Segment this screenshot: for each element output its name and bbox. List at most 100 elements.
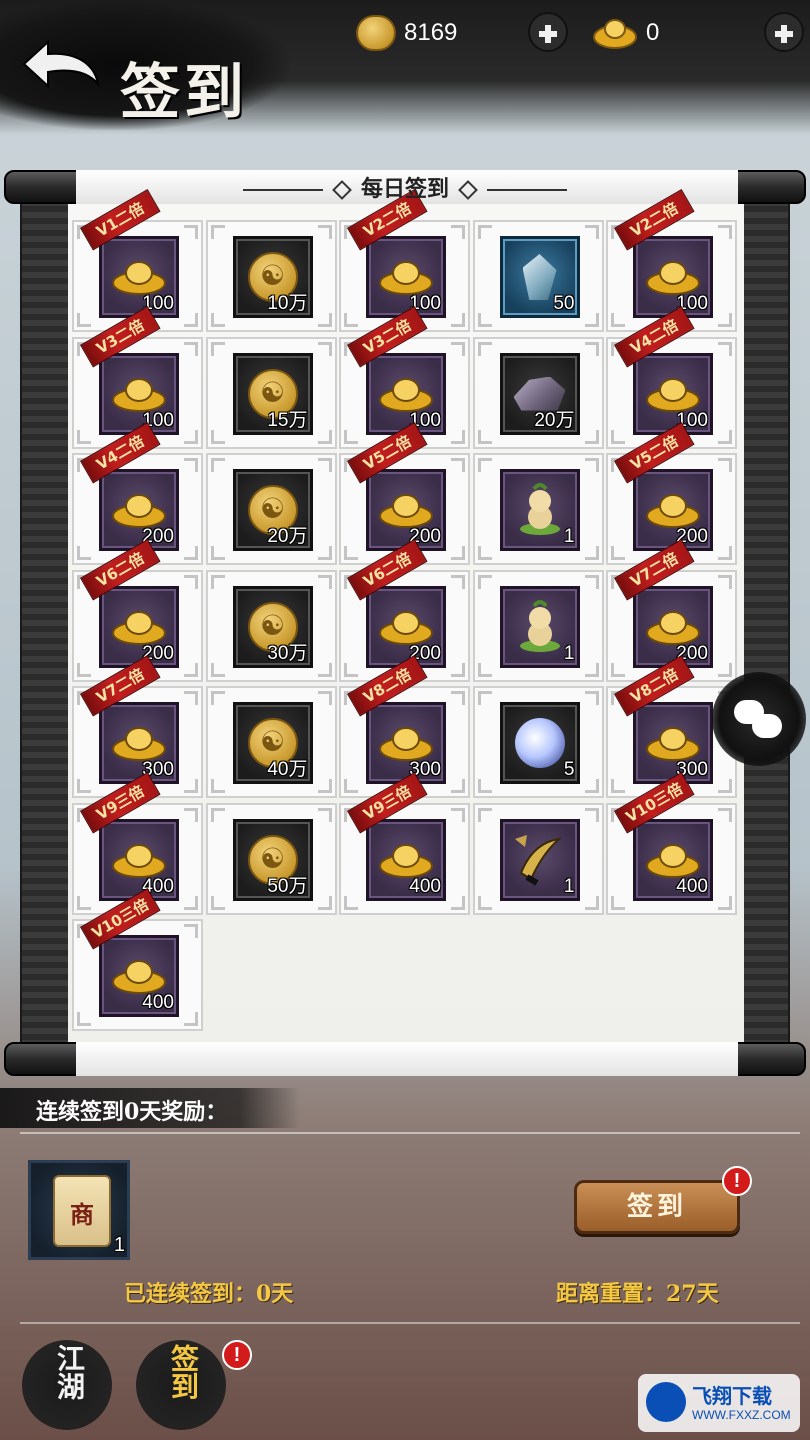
reward-item: 200 bbox=[99, 469, 179, 551]
gold-ingot-icon bbox=[646, 377, 700, 412]
reward-item: 100 bbox=[366, 236, 446, 318]
reward-cell[interactable]: 1 bbox=[472, 802, 604, 915]
reward-qty: 5 bbox=[563, 759, 575, 780]
reward-item: 20万 bbox=[232, 469, 313, 551]
reward-qty: 400 bbox=[676, 875, 708, 897]
gold-ingot-icon bbox=[112, 494, 166, 528]
diamond-ornament-icon bbox=[458, 180, 478, 200]
reward-item: 50 bbox=[499, 236, 580, 318]
reward-cell[interactable]: 50 bbox=[472, 220, 604, 332]
gold-ingot-icon bbox=[646, 261, 700, 295]
diamond-ornament-icon bbox=[332, 180, 352, 200]
reward-qty: 400 bbox=[409, 875, 441, 897]
streak-reward-slot[interactable]: 商 1 bbox=[28, 1160, 130, 1260]
reward-item: 200 bbox=[633, 585, 713, 668]
reward-qty: 400 bbox=[142, 992, 174, 1013]
streak-banner: 连续签到0天奖励： bbox=[0, 1088, 300, 1128]
scroll-roller-bottom bbox=[4, 1042, 806, 1076]
reward-item: 200 bbox=[366, 469, 446, 551]
reward-item: 1 bbox=[499, 469, 580, 551]
chat-bubble-icon bbox=[752, 714, 782, 738]
gold-ingot-icon bbox=[593, 19, 637, 49]
gold-ingot-icon bbox=[646, 494, 700, 528]
gold-ingot-icon bbox=[646, 843, 700, 878]
reward-cell[interactable]: 30万 bbox=[205, 569, 337, 682]
divider bbox=[20, 1132, 800, 1134]
reward-item: 200 bbox=[366, 585, 446, 668]
reward-item: 100 bbox=[99, 236, 179, 318]
reward-cell[interactable]: 20万 bbox=[205, 453, 337, 565]
reward-qty: 40万 bbox=[267, 759, 308, 780]
sign-in-button[interactable]: 签到 bbox=[574, 1180, 740, 1234]
reward-item: 10万 bbox=[232, 236, 313, 318]
gold-ingot-icon bbox=[112, 843, 166, 878]
reward-cell[interactable]: 50万 bbox=[205, 802, 337, 915]
reward-item: 1 bbox=[499, 818, 580, 901]
reward-qty: 20万 bbox=[534, 409, 575, 431]
gold-ingot-icon bbox=[112, 960, 166, 994]
reward-item: 100 bbox=[366, 352, 446, 435]
reward-item: 200 bbox=[99, 585, 179, 668]
reward-item: 300 bbox=[99, 702, 179, 784]
reward-qty: 10万 bbox=[267, 293, 308, 314]
site-watermark: 飞翔下载 WWW.FXXZ.COM bbox=[638, 1374, 800, 1432]
gold-ingot-icon bbox=[112, 377, 166, 412]
reward-cell[interactable]: 20万 bbox=[472, 336, 604, 449]
frame-left bbox=[20, 200, 72, 1048]
reward-cell[interactable]: 1 bbox=[472, 569, 604, 682]
page-title: 签到 bbox=[120, 58, 248, 128]
nav-alert-badge: ! bbox=[222, 1340, 252, 1370]
reward-item: 50万 bbox=[232, 818, 313, 901]
ginseng-baby-icon bbox=[519, 599, 560, 652]
reward-item: 30万 bbox=[232, 585, 313, 668]
gold-ingot-icon bbox=[112, 261, 166, 295]
reward-item: 300 bbox=[366, 702, 446, 784]
spirit-orb-icon bbox=[514, 718, 565, 768]
reward-qty: 30万 bbox=[267, 642, 308, 664]
reward-qty: 1 bbox=[563, 875, 575, 897]
reward-cell[interactable]: 15万 bbox=[205, 336, 337, 449]
chat-button[interactable] bbox=[712, 672, 806, 766]
watermark-title: 飞翔下载 bbox=[692, 1384, 772, 1408]
panel-title-text: 每日签到 bbox=[360, 176, 449, 202]
reward-item: 200 bbox=[633, 469, 713, 551]
reward-cell[interactable]: 10万 bbox=[205, 220, 337, 332]
panel-title: 每日签到 bbox=[4, 171, 806, 203]
ingot-balance: 0 bbox=[592, 14, 659, 52]
streak-days-text: 已连续签到：0天 bbox=[124, 1281, 294, 1307]
crystal-icon bbox=[522, 254, 557, 300]
gold-ingot-icon bbox=[646, 727, 700, 761]
reward-cell[interactable]: 1 bbox=[472, 453, 604, 565]
ginseng-baby-icon bbox=[519, 483, 560, 535]
reward-qty: 1 bbox=[563, 642, 575, 664]
reward-qty: 15万 bbox=[267, 409, 308, 431]
nav-jianghu-label: 江湖 bbox=[53, 1344, 86, 1400]
reward-item: 400 bbox=[99, 818, 179, 901]
gold-ingot-icon bbox=[379, 843, 433, 878]
nav-jianghu[interactable]: 江湖 bbox=[22, 1340, 112, 1430]
back-arrow-icon bbox=[22, 39, 100, 89]
reward-item: 100 bbox=[633, 352, 713, 435]
watermark-logo-icon bbox=[646, 1382, 686, 1422]
add-coins-button[interactable] bbox=[528, 12, 568, 52]
add-ingots-button[interactable] bbox=[764, 12, 804, 52]
nav-signin-label: 签到 bbox=[167, 1344, 200, 1400]
reward-item: 100 bbox=[99, 352, 179, 435]
reward-cell[interactable]: 5 bbox=[472, 686, 604, 798]
nav-signin[interactable]: 签到 bbox=[136, 1340, 226, 1430]
divider bbox=[20, 1322, 800, 1324]
gold-ingot-icon bbox=[379, 261, 433, 295]
back-button[interactable] bbox=[14, 28, 104, 100]
sign-in-label: 签到 bbox=[626, 1192, 687, 1222]
reward-qty: 50万 bbox=[267, 875, 308, 897]
reward-cell[interactable]: 400 V9三倍 bbox=[339, 771, 470, 915]
reward-item: 100 bbox=[633, 236, 713, 318]
reward-qty: 50 bbox=[553, 293, 575, 314]
merchant-scroll-text: 商 bbox=[70, 1200, 94, 1229]
reward-cell[interactable]: 400 V10三倍 bbox=[72, 888, 203, 1031]
watermark-url: WWW.FXXZ.COM bbox=[692, 1408, 791, 1422]
reward-cell[interactable]: 40万 bbox=[205, 686, 337, 798]
reward-qty: 1 bbox=[563, 526, 575, 547]
coin-balance-value: 8169 bbox=[404, 19, 458, 46]
reward-cell[interactable]: 400 V10三倍 bbox=[606, 771, 737, 915]
